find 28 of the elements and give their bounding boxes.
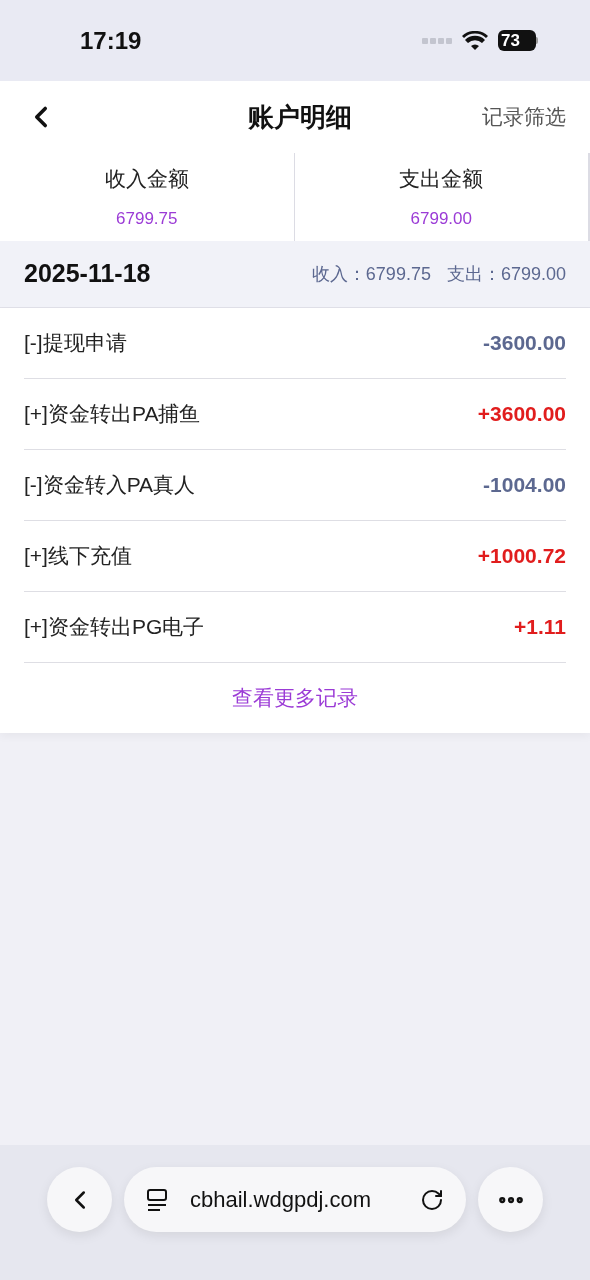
record-amount: +1000.72 <box>477 543 566 570</box>
record-title: [+]资金转出PA捕鱼 <box>24 401 201 428</box>
summary-label: 收入金额 <box>104 165 189 192</box>
url-text: cbhail.wdgpdj.com <box>190 1186 372 1214</box>
status-time: 17:19 <box>80 25 142 56</box>
battery-icon: 73 <box>498 30 538 51</box>
signal-icon <box>422 37 452 44</box>
filter-button[interactable]: 记录筛选 <box>482 101 566 133</box>
record-amount: -1004.00 <box>483 472 566 499</box>
record-amount: -3600.00 <box>483 330 566 357</box>
record-title: [-]资金转入PA真人 <box>24 472 196 499</box>
day-expense: 支出：6799.00 <box>446 262 566 286</box>
record-title: [-]提现申请 <box>24 330 127 357</box>
summary-amount: 6799.00 <box>410 208 472 230</box>
reload-icon[interactable] <box>420 1187 444 1212</box>
record-title: [+]线下充值 <box>24 543 132 570</box>
summary-label: 支出金额 <box>399 165 484 192</box>
summary-amount: 6799.75 <box>116 208 178 230</box>
record-amount: +1.11 <box>514 614 566 641</box>
wifi-icon <box>462 30 488 51</box>
record-title: [+]资金转出PG电子 <box>24 614 205 641</box>
record-amount: +3600.00 <box>477 401 566 428</box>
more-records-link[interactable]: 查看更多记录 <box>232 682 358 714</box>
date-heading: 2025-11-18 <box>24 258 151 290</box>
address-bar[interactable]: cbhail.wdgpdj.com <box>124 1167 466 1232</box>
page-menu-icon[interactable] <box>146 1187 168 1212</box>
day-income: 收入：6799.75 <box>311 262 431 286</box>
page-title: 账户明细 <box>248 100 352 134</box>
